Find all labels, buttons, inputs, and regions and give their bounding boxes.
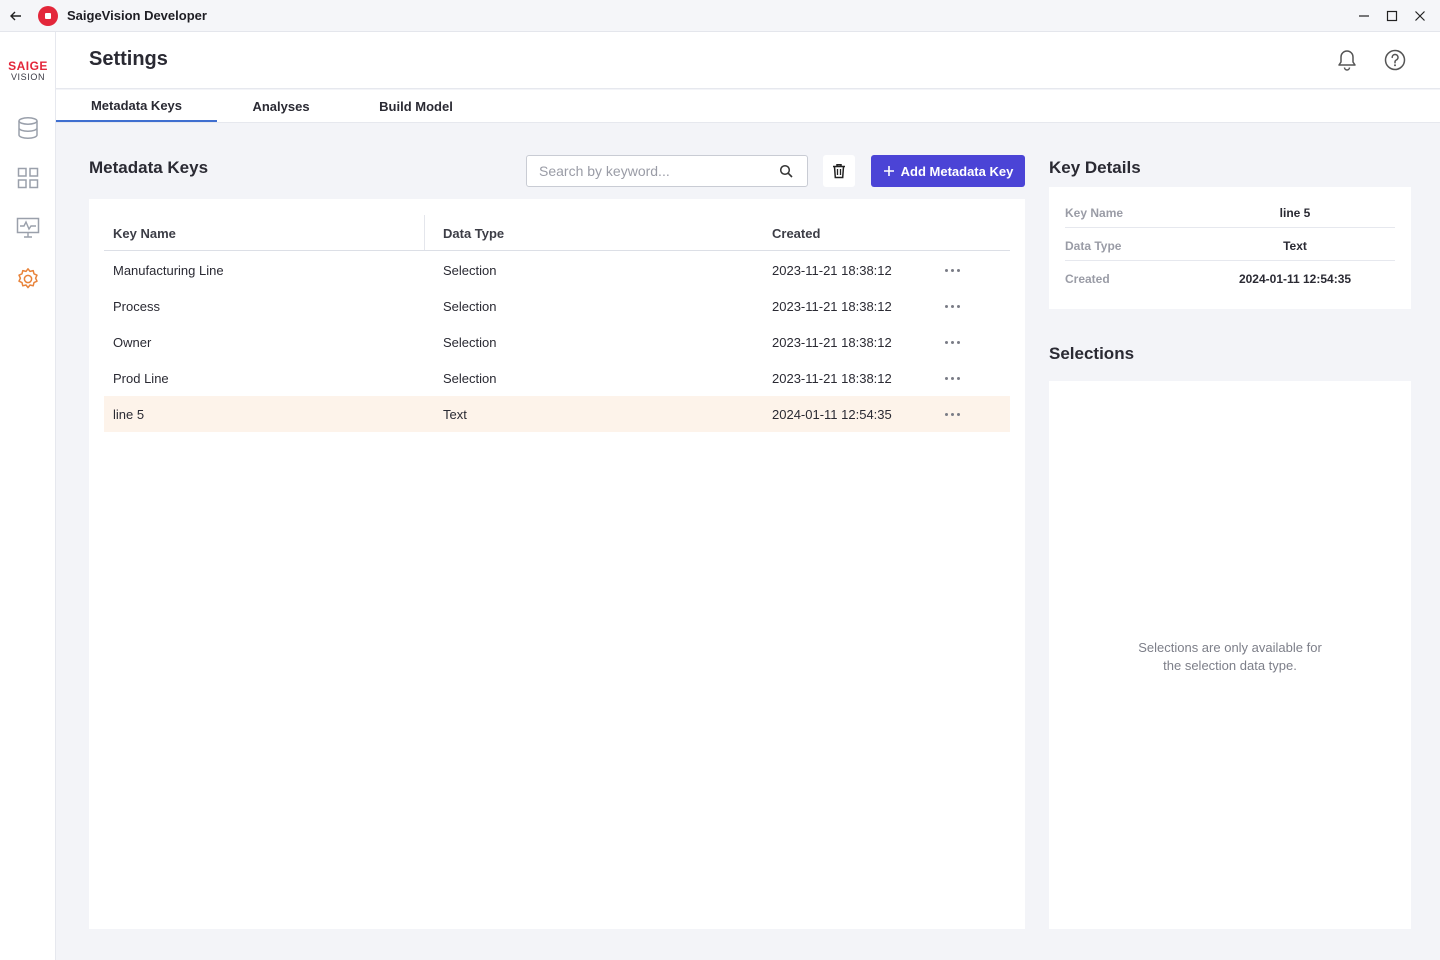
more-icon xyxy=(944,376,948,380)
empty-message-line-2: the selection data type. xyxy=(1163,658,1297,673)
page-title: Settings xyxy=(89,48,168,70)
row-more-button[interactable] xyxy=(940,332,964,352)
column-header-created[interactable]: Created xyxy=(772,226,820,241)
table-row-selected[interactable]: line 5 Text 2024-01-11 12:54:35 xyxy=(104,396,1010,432)
row-more-button[interactable] xyxy=(940,404,964,424)
add-metadata-key-button[interactable]: Add Metadata Key xyxy=(871,155,1025,187)
detail-label: Data Type xyxy=(1065,239,1122,253)
detail-label: Key Name xyxy=(1065,206,1124,220)
add-metadata-key-label: Add Metadata Key xyxy=(900,163,1014,179)
cell-key-name: Process xyxy=(113,299,160,314)
table-row[interactable]: Prod Line Selection 2023-11-21 18:38:12 xyxy=(104,360,1010,396)
back-button[interactable] xyxy=(0,0,32,32)
window-title: SaigeVision Developer xyxy=(67,8,207,23)
more-icon xyxy=(944,412,948,416)
minimize-icon xyxy=(1359,14,1369,17)
cell-data-type: Text xyxy=(443,407,467,422)
search-box xyxy=(526,155,808,187)
more-icon xyxy=(944,304,948,308)
search-icon[interactable] xyxy=(779,164,793,178)
cell-data-type: Selection xyxy=(443,299,497,314)
sidebar: SAIGE VISION xyxy=(0,32,56,960)
metadata-keys-title: Metadata Keys xyxy=(89,158,209,177)
grid-icon xyxy=(17,167,39,189)
key-details-panel: Key Name line 5 Data Type Text Created 2… xyxy=(1049,187,1411,309)
detail-value: Text xyxy=(1283,239,1307,253)
brand-top-text: SAIGE xyxy=(8,59,48,73)
app-logo-icon xyxy=(38,5,58,26)
selections-empty-message: Selections are only available for the se… xyxy=(1089,639,1371,675)
database-icon xyxy=(18,117,38,139)
page-header: Settings xyxy=(56,32,1440,89)
trash-icon xyxy=(833,164,845,179)
cell-created: 2024-01-11 12:54:35 xyxy=(772,407,892,422)
table-row[interactable]: Process Selection 2023-11-21 18:38:12 xyxy=(104,288,1010,324)
selections-title: Selections xyxy=(1049,344,1135,363)
cell-created: 2023-11-21 18:38:12 xyxy=(772,299,892,314)
sidebar-item-dashboard[interactable] xyxy=(10,160,46,196)
sidebar-item-monitor[interactable] xyxy=(10,210,46,246)
detail-value: line 5 xyxy=(1279,206,1311,220)
more-icon xyxy=(944,268,948,272)
monitor-icon xyxy=(16,217,40,238)
bell-icon xyxy=(1338,50,1356,71)
maximize-button[interactable] xyxy=(1378,0,1406,32)
metadata-keys-table: Key Name Data Type Created Manufacturing… xyxy=(89,199,1025,929)
table-row[interactable]: Manufacturing Line Selection 2023-11-21 … xyxy=(104,252,1010,288)
cell-data-type: Selection xyxy=(443,335,497,350)
row-more-button[interactable] xyxy=(940,260,964,280)
detail-value: 2024-01-11 12:54:35 xyxy=(1238,272,1352,286)
table-row[interactable]: Owner Selection 2023-11-21 18:38:12 xyxy=(104,324,1010,360)
help-button[interactable] xyxy=(1382,47,1408,73)
brand-bottom-text: VISION xyxy=(10,72,46,82)
detail-label: Created xyxy=(1065,272,1110,286)
row-more-button[interactable] xyxy=(940,296,964,316)
detail-created: Created 2024-01-11 12:54:35 xyxy=(1065,261,1395,294)
cell-created: 2023-11-21 18:38:12 xyxy=(772,371,892,386)
notifications-button[interactable] xyxy=(1334,47,1360,73)
tab-bar: Metadata Keys Analyses Build Model xyxy=(56,90,1440,123)
tab-analyses[interactable]: Analyses xyxy=(217,90,345,122)
empty-message-line-1: Selections are only available for xyxy=(1138,640,1322,655)
cell-data-type: Selection xyxy=(443,263,497,278)
close-button[interactable] xyxy=(1406,0,1434,32)
maximize-icon xyxy=(1386,10,1398,21)
column-divider xyxy=(424,215,425,250)
tab-metadata-keys[interactable]: Metadata Keys xyxy=(56,90,217,122)
help-icon xyxy=(1384,49,1406,71)
delete-button[interactable] xyxy=(823,155,855,187)
key-details-title: Key Details xyxy=(1049,158,1141,177)
tab-build-model[interactable]: Build Model xyxy=(345,90,487,122)
close-icon xyxy=(1415,10,1425,21)
detail-key-name: Key Name line 5 xyxy=(1065,195,1395,228)
sidebar-item-data[interactable] xyxy=(10,110,46,146)
cell-key-name: Owner xyxy=(113,335,152,350)
minimize-button[interactable] xyxy=(1350,0,1378,32)
cell-key-name: Prod Line xyxy=(113,371,169,386)
title-bar: SaigeVision Developer xyxy=(0,0,1440,32)
cell-key-name: line 5 xyxy=(113,407,145,422)
brand-logo: SAIGE VISION xyxy=(0,60,56,82)
arrow-left-icon xyxy=(10,11,21,20)
more-icon xyxy=(944,340,948,344)
detail-data-type: Data Type Text xyxy=(1065,228,1395,261)
cell-created: 2023-11-21 18:38:12 xyxy=(772,335,892,350)
column-header-data-type[interactable]: Data Type xyxy=(443,226,504,241)
selections-panel: Selections are only available for the se… xyxy=(1049,381,1411,929)
cell-key-name: Manufacturing Line xyxy=(113,263,224,278)
cell-created: 2023-11-21 18:38:12 xyxy=(772,263,892,278)
sidebar-item-settings[interactable] xyxy=(10,261,46,297)
row-more-button[interactable] xyxy=(940,368,964,388)
search-input[interactable] xyxy=(539,156,769,186)
gear-icon xyxy=(18,268,38,289)
header-divider xyxy=(104,250,1010,251)
column-header-key-name[interactable]: Key Name xyxy=(113,226,176,241)
cell-data-type: Selection xyxy=(443,371,497,386)
plus-icon xyxy=(883,166,894,176)
